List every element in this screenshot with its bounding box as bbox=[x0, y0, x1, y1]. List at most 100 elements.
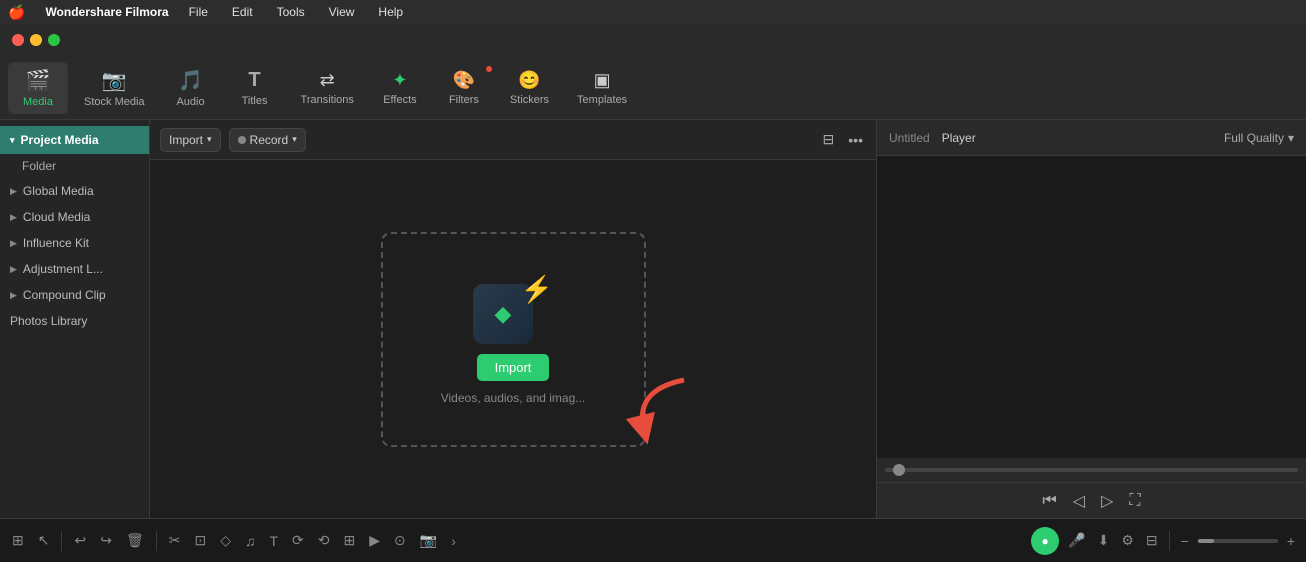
audio-icon: 🎵 bbox=[178, 68, 203, 93]
timeline-delete-button[interactable]: 🗑 bbox=[122, 528, 148, 553]
filters-icon: 🎨 bbox=[453, 70, 475, 91]
quality-label: Full Quality bbox=[1224, 131, 1284, 145]
sidebar-item-folder[interactable]: Folder bbox=[0, 154, 149, 178]
menu-tools[interactable]: Tools bbox=[273, 3, 309, 21]
timeline-play2-button[interactable]: ▶ bbox=[365, 528, 384, 553]
timeline-shape-button[interactable]: ◇ bbox=[216, 528, 235, 553]
timeline-snap-button[interactable]: ⊞ bbox=[340, 528, 360, 553]
toolbar-filters[interactable]: 🎨 Filters bbox=[434, 64, 494, 112]
toolbar-stock-label: Stock Media bbox=[84, 96, 145, 108]
drop-zone-import-button[interactable]: Import bbox=[477, 354, 550, 381]
rewind-button[interactable]: ⏮ bbox=[1042, 492, 1056, 510]
toolbar-titles[interactable]: T Titles bbox=[225, 63, 285, 113]
global-media-label: Global Media bbox=[23, 184, 94, 198]
toolbar-stickers[interactable]: 😊 Stickers bbox=[498, 64, 561, 112]
timeline-more-button[interactable]: › bbox=[447, 529, 460, 553]
compound-clip-label: Compound Clip bbox=[23, 288, 106, 302]
play-button[interactable]: ▷ bbox=[1101, 491, 1113, 511]
media-icon: 🎬 bbox=[26, 68, 51, 93]
menu-file[interactable]: File bbox=[185, 3, 212, 21]
scrubber-track[interactable] bbox=[885, 468, 1298, 472]
tl-download-button[interactable]: ⬇ bbox=[1095, 529, 1113, 552]
toolbar-audio[interactable]: 🎵 Audio bbox=[161, 62, 221, 114]
drop-zone-container: ◆ ⚡ Import Videos, audios, and imag... bbox=[150, 160, 876, 518]
titles-icon: T bbox=[248, 69, 260, 92]
timeline-text-button[interactable]: T bbox=[265, 529, 282, 553]
zoom-slider[interactable] bbox=[1198, 539, 1278, 543]
timeline-pointer-button[interactable]: ↖ bbox=[34, 528, 54, 553]
influence-kit-label: Influence Kit bbox=[23, 236, 89, 250]
apple-icon: 🍎 bbox=[8, 4, 25, 21]
timeline-flip-button[interactable]: ⟲ bbox=[314, 528, 334, 553]
tl-mic-button[interactable]: 🎤 bbox=[1065, 529, 1088, 552]
timeline-bar: ⊞ ↖ ↩ ↪ 🗑 ✂ ⊡ ◇ ♫ T ⟳ ⟲ ⊞ ▶ ⊙ 📷 › ● 🎤 ⬇ … bbox=[0, 518, 1306, 562]
photos-library-label: Photos Library bbox=[10, 314, 87, 328]
menu-help[interactable]: Help bbox=[374, 3, 407, 21]
timeline-separator-1 bbox=[61, 531, 62, 551]
filters-badge bbox=[486, 66, 492, 72]
filmora-icon-container: ◆ ⚡ bbox=[473, 274, 553, 344]
close-button[interactable] bbox=[12, 34, 24, 46]
filmora-lightning-icon: ⚡ bbox=[521, 274, 553, 305]
traffic-lights bbox=[12, 34, 60, 46]
timeline-camera-button[interactable]: 📷 bbox=[416, 528, 441, 553]
filter-sort-button[interactable]: ⊟ bbox=[820, 128, 838, 151]
sidebar-item-compound-clip[interactable]: ▶ Compound Clip bbox=[0, 282, 149, 308]
tl-zoom-in-button[interactable]: + bbox=[1284, 530, 1298, 552]
toolbar: 🎬 Media 📷 Stock Media 🎵 Audio T Titles ⇄… bbox=[0, 56, 1306, 120]
toolbar-transitions-label: Transitions bbox=[301, 94, 354, 106]
sidebar-item-photos-library[interactable]: Photos Library bbox=[0, 308, 149, 334]
record-dropdown[interactable]: Record ▾ bbox=[229, 128, 306, 152]
sidebar-item-adjustment[interactable]: ▶ Adjustment L... bbox=[0, 256, 149, 282]
toolbar-effects-label: Effects bbox=[383, 94, 416, 106]
maximize-button[interactable] bbox=[48, 34, 60, 46]
toolbar-media[interactable]: 🎬 Media bbox=[8, 62, 68, 114]
play-back-button[interactable]: ◁ bbox=[1073, 491, 1085, 511]
menu-edit[interactable]: Edit bbox=[228, 3, 257, 21]
record-green-button[interactable]: ● bbox=[1031, 527, 1059, 555]
media-area: Import ▾ Record ▾ ⊟ ••• ◆ ⚡ bbox=[150, 120, 876, 518]
media-toolbar-right: ⊟ ••• bbox=[820, 128, 866, 151]
toolbar-templates[interactable]: ▣ Templates bbox=[565, 64, 639, 112]
tl-settings-button[interactable]: ⚙ bbox=[1118, 529, 1137, 552]
tl-right-separator bbox=[1169, 531, 1170, 551]
stickers-icon: 😊 bbox=[518, 70, 540, 91]
folder-label: Folder bbox=[22, 159, 56, 173]
timeline-rotate-button[interactable]: ⟳ bbox=[288, 528, 308, 553]
toolbar-filters-label: Filters bbox=[449, 94, 479, 106]
fullscreen-button[interactable]: ⛶ bbox=[1129, 492, 1140, 510]
import-dropdown[interactable]: Import ▾ bbox=[160, 128, 221, 152]
drop-zone[interactable]: ◆ ⚡ Import Videos, audios, and imag... bbox=[381, 232, 646, 447]
toolbar-stock-media[interactable]: 📷 Stock Media bbox=[72, 62, 157, 114]
toolbar-transitions[interactable]: ⇄ Transitions bbox=[289, 64, 366, 112]
menu-view[interactable]: View bbox=[325, 3, 359, 21]
toolbar-audio-label: Audio bbox=[176, 96, 204, 108]
preview-scrubber[interactable] bbox=[877, 458, 1306, 482]
timeline-crop-button[interactable]: ⊡ bbox=[190, 528, 210, 553]
scrubber-thumb[interactable] bbox=[893, 464, 905, 476]
timeline-audio-button[interactable]: ♫ bbox=[241, 529, 260, 553]
sidebar-item-project-media[interactable]: ▾ Project Media bbox=[0, 126, 149, 154]
minimize-button[interactable] bbox=[30, 34, 42, 46]
toolbar-effects[interactable]: ✦ Effects bbox=[370, 64, 430, 112]
tl-zoom-out-button[interactable]: − bbox=[1178, 530, 1192, 552]
quality-selector[interactable]: Full Quality ▾ bbox=[1224, 131, 1294, 145]
transitions-icon: ⇄ bbox=[320, 70, 335, 91]
global-media-arrow: ▶ bbox=[10, 186, 17, 197]
toolbar-stickers-label: Stickers bbox=[510, 94, 549, 106]
tl-split-button[interactable]: ⊟ bbox=[1143, 529, 1161, 552]
timeline-record2-button[interactable]: ⊙ bbox=[390, 528, 410, 553]
stock-media-icon: 📷 bbox=[102, 68, 127, 93]
sidebar-item-cloud-media[interactable]: ▶ Cloud Media bbox=[0, 204, 149, 230]
sidebar-item-global-media[interactable]: ▶ Global Media bbox=[0, 178, 149, 204]
timeline-grid-button[interactable]: ⊞ bbox=[8, 528, 28, 553]
sidebar-item-influence-kit[interactable]: ▶ Influence Kit bbox=[0, 230, 149, 256]
timeline-cut-button[interactable]: ✂ bbox=[165, 528, 185, 553]
more-options-button[interactable]: ••• bbox=[845, 129, 866, 151]
player-label: Player bbox=[942, 131, 976, 145]
timeline-redo-button[interactable]: ↪ bbox=[96, 528, 116, 553]
project-media-label: Project Media bbox=[21, 133, 99, 147]
toolbar-titles-label: Titles bbox=[242, 95, 268, 107]
sidebar: ▾ Project Media Folder ▶ Global Media ▶ … bbox=[0, 120, 150, 518]
timeline-undo-button[interactable]: ↩ bbox=[70, 528, 90, 553]
